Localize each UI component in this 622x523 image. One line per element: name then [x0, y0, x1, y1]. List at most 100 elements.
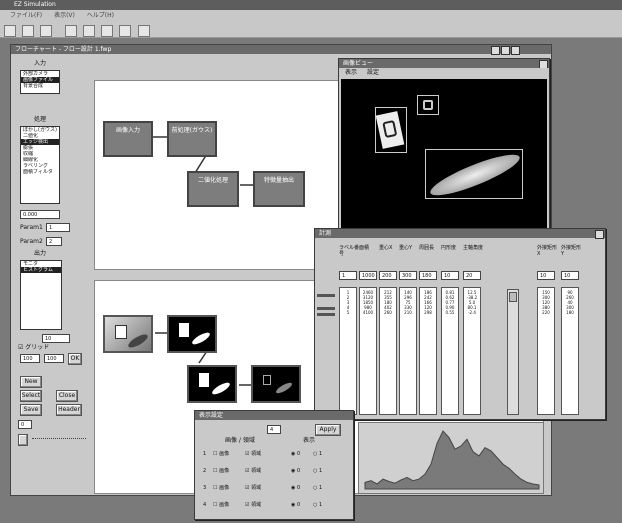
settings-row: 3 ☐ 画像 ☑ 領域 ◉ 0 ○ 1	[195, 481, 353, 495]
list-item[interactable]: 背景合成	[21, 83, 59, 89]
flow-node[interactable]: 特徴量抽出	[253, 171, 305, 207]
minimize-button[interactable]	[491, 46, 500, 55]
option-radio-1[interactable]: ○ 1	[313, 464, 322, 478]
region-checkbox[interactable]: ☑ 領域	[245, 464, 261, 478]
blur-image-thumbnail[interactable]	[167, 315, 217, 353]
option-radio-1[interactable]: ○ 1	[313, 447, 322, 461]
image-view-window: 画像ビュー 表示 設定	[338, 58, 550, 236]
ellipse-shape	[190, 330, 212, 347]
data-column[interactable]: 186 242 166 120 298	[419, 287, 437, 415]
data-column[interactable]: 90 260 40 300 180	[561, 287, 579, 415]
param2-input[interactable]: 2	[46, 237, 62, 246]
flow-node[interactable]: 前処理(ガウス)	[167, 121, 217, 157]
menu-help[interactable]: ヘルプ(H)	[87, 12, 114, 19]
scroll-thumb[interactable]	[509, 292, 517, 302]
menu-file[interactable]: ファイル(F)	[10, 12, 42, 19]
column-filter-input[interactable]: 10	[441, 271, 459, 280]
option-radio-0[interactable]: ◉ 0	[291, 447, 300, 461]
column-header[interactable]: 重心X	[379, 245, 399, 251]
menu-view[interactable]: 表示(V)	[54, 12, 75, 19]
region-checkbox[interactable]: ☑ 領域	[245, 481, 261, 495]
option-radio-1[interactable]: ○ 1	[313, 498, 322, 512]
option-radio-0[interactable]: ◉ 0	[291, 498, 300, 512]
param1-input[interactable]: 1	[46, 223, 70, 232]
image-checkbox[interactable]: ☐ 画像	[213, 447, 229, 461]
settings-number-field[interactable]: 4	[267, 425, 281, 434]
output-list[interactable]: モニタ ヒストグラム	[20, 260, 62, 330]
menu-item[interactable]: 表示	[345, 69, 357, 76]
column-header[interactable]: 外接矩形X	[537, 245, 557, 257]
slider-track[interactable]	[32, 438, 86, 442]
flow-node[interactable]: 二値化処理	[187, 171, 239, 207]
save-button[interactable]: Save	[20, 404, 42, 416]
save-icon[interactable]	[40, 25, 53, 37]
option-radio-0[interactable]: ◉ 0	[291, 464, 300, 478]
data-column[interactable]: 0.81 0.62 0.77 0.90 0.55	[441, 287, 459, 415]
value-field[interactable]: 0.000	[20, 210, 60, 219]
input-image-thumbnail[interactable]	[103, 315, 153, 353]
column-filter-input[interactable]: 1	[339, 271, 357, 280]
image-checkbox[interactable]: ☐ 画像	[213, 481, 229, 495]
list-item[interactable]: ヒストグラム	[21, 267, 61, 273]
column-filter-input[interactable]: 200	[379, 271, 397, 280]
column-filter-input[interactable]: 20	[463, 271, 481, 280]
column-filter-input[interactable]: 180	[419, 271, 437, 280]
data-column[interactable]: 150 300 120 380 220	[537, 287, 555, 415]
small-value-field[interactable]: 10	[42, 334, 70, 343]
data-column[interactable]: 12.5 -38.2 5.0 80.1 -2.4	[463, 287, 481, 415]
measurement-close-button[interactable]	[595, 230, 604, 239]
list-item[interactable]: 面積フィルタ	[21, 169, 59, 175]
region-checkbox[interactable]: ☑ 領域	[245, 498, 261, 512]
print-icon[interactable]	[119, 25, 132, 37]
help-icon[interactable]	[137, 25, 150, 37]
grid-checkbox[interactable]: ☑ グリッド	[18, 344, 78, 352]
maximize-button[interactable]	[501, 46, 510, 55]
flow-node[interactable]: 画像入力	[103, 121, 153, 157]
data-column[interactable]: 212 355 180 402 260	[379, 287, 397, 415]
new-file-icon[interactable]	[4, 25, 16, 37]
column-header[interactable]: 周囲長	[419, 245, 439, 251]
column-header[interactable]: 外接矩形Y	[561, 245, 581, 257]
width-field[interactable]: 100	[20, 354, 40, 363]
data-column[interactable]: 140 296 75 330 210	[399, 287, 417, 415]
open-folder-icon[interactable]	[22, 25, 35, 37]
data-column[interactable]: 2460 3120 1850 980 4100	[359, 287, 377, 415]
close-button[interactable]	[511, 46, 520, 55]
close-button-left[interactable]: Close	[56, 390, 78, 402]
header-button[interactable]: Header	[56, 404, 82, 416]
paste-icon[interactable]	[101, 25, 114, 37]
column-filter-input[interactable]: 1000	[359, 271, 377, 280]
data-column[interactable]: 12345	[339, 287, 357, 415]
new-button[interactable]: New	[20, 376, 42, 388]
image-checkbox[interactable]: ☐ 画像	[213, 464, 229, 478]
slider-button[interactable]	[18, 434, 28, 446]
image-checkbox[interactable]: ☐ 画像	[213, 498, 229, 512]
ellipse-shape	[126, 332, 150, 350]
column-filter-input[interactable]: 10	[537, 271, 555, 280]
process-list[interactable]: ぼかし(ガウス) 二値化 エッジ検出 膨張 収縮 細線化 ラベリング 面積フィル…	[20, 126, 60, 204]
option-radio-0[interactable]: ◉ 0	[291, 481, 300, 495]
column-header[interactable]: 主軸角度	[463, 245, 483, 251]
column-header[interactable]: 重心Y	[399, 245, 419, 251]
feature-image-thumbnail[interactable]	[251, 365, 301, 403]
image-view-canvas[interactable]	[341, 79, 547, 235]
cut-icon[interactable]	[64, 25, 77, 37]
column-header[interactable]: 面積	[359, 245, 379, 251]
column-header[interactable]: 円形度	[441, 245, 461, 251]
apply-button[interactable]: Apply	[315, 424, 341, 436]
column-header[interactable]: ラベル番号	[339, 245, 359, 257]
input-list[interactable]: 外部カメラ 画像ファイル 背景合成	[20, 70, 60, 94]
column-filter-input[interactable]: 300	[399, 271, 417, 280]
ok-button[interactable]: OK	[68, 353, 82, 365]
column-filter-input[interactable]: 10	[561, 271, 579, 280]
bottom-value-field[interactable]: 0	[18, 420, 32, 429]
vertical-scrollbar[interactable]	[507, 289, 519, 415]
binary-image-thumbnail[interactable]	[187, 365, 237, 403]
region-checkbox[interactable]: ☑ 領域	[245, 447, 261, 461]
height-field[interactable]: 100	[44, 354, 64, 363]
copy-icon[interactable]	[82, 25, 95, 37]
menu-item[interactable]: 設定	[367, 69, 379, 76]
option-radio-1[interactable]: ○ 1	[313, 481, 322, 495]
select-button[interactable]: Select	[20, 390, 42, 402]
measurement-window: 計測 ラベル番号 1 1 2 3 4 5 面積 1000 2460 3120 1850 980 4100 重…	[314, 228, 606, 420]
